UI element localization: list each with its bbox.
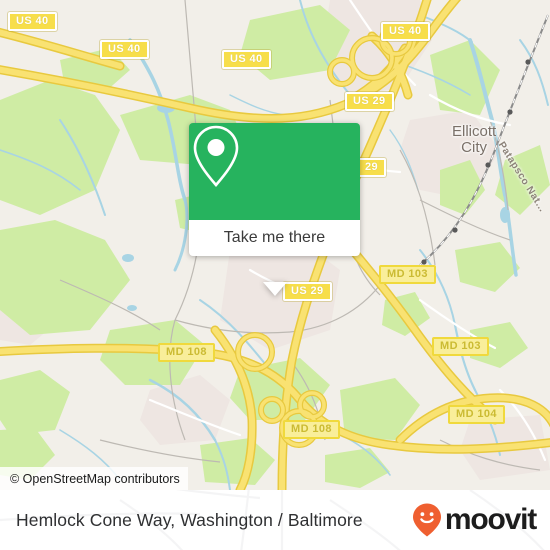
highway-shield-md103-upper: MD 103 (379, 265, 436, 284)
highway-shield-us29-clip: 29 (357, 158, 387, 177)
highway-shield-md103-lower: MD 103 (432, 337, 489, 356)
highway-shield-us29-mid: US 29 (283, 282, 332, 301)
footer-bar: Hemlock Cone Way, Washington / Baltimore… (0, 490, 550, 550)
attribution-text: © OpenStreetMap contributors (10, 471, 180, 486)
attribution-bar: © OpenStreetMap contributors (0, 467, 188, 490)
moovit-wordmark: moovit (444, 503, 537, 536)
moovit-map-screen: US 40 US 40 US 40 US 40 US 29 29 US 29 MD 103 MD… (0, 0, 550, 550)
highway-shield-us29-top: US 29 (345, 92, 394, 111)
take-me-there-button[interactable]: Take me there (189, 220, 360, 256)
moovit-brand: moovit (410, 502, 537, 538)
take-me-there-label: Take me there (223, 229, 326, 246)
destination-popup[interactable]: Take me there (189, 123, 360, 296)
footer-content: Hemlock Cone Way, Washington / Baltimore… (0, 490, 550, 550)
map-canvas[interactable]: US 40 US 40 US 40 US 40 US 29 29 US 29 MD 103 MD… (0, 0, 550, 490)
popup-pin-area (189, 123, 360, 220)
place-label-ellicott-city: Ellicott City (452, 123, 497, 156)
location-title: Hemlock Cone Way, Washington / Baltimore (16, 509, 363, 530)
map-pin-icon (193, 125, 239, 187)
highway-shield-md104: MD 104 (448, 405, 505, 424)
highway-shield-us40-top: US 40 (381, 22, 430, 41)
highway-shield-md108-lower: MD 108 (283, 420, 340, 439)
popup-tail (262, 282, 287, 296)
highway-shield-us40-left: US 40 (8, 12, 57, 31)
highway-shield-us40-mid: US 40 (100, 40, 149, 59)
highway-shield-md108-upper: MD 108 (158, 343, 215, 362)
moovit-pin-smiley-icon (412, 503, 441, 537)
highway-shield-us40-right: US 40 (222, 50, 271, 69)
